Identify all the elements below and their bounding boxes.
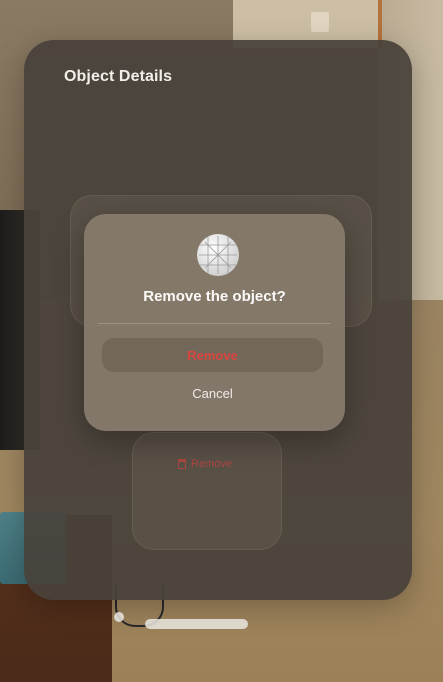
background-action-card — [132, 432, 282, 550]
background-light-switch — [311, 12, 329, 32]
globe-icon — [197, 234, 239, 276]
alert-divider — [98, 323, 331, 324]
remove-object-alert: Remove the object? Remove Cancel — [84, 214, 345, 431]
alert-title: Remove the object? — [143, 288, 286, 305]
window-title: Object Details — [64, 68, 173, 85]
background-remove-label: Remove — [191, 458, 232, 470]
remove-button[interactable]: Remove — [102, 338, 323, 372]
window-grabber[interactable] — [145, 619, 248, 629]
background-remove-action: Remove — [178, 458, 232, 470]
cancel-button[interactable]: Cancel — [102, 376, 323, 410]
trash-icon — [178, 459, 186, 469]
window-close-dot[interactable] — [114, 612, 124, 622]
